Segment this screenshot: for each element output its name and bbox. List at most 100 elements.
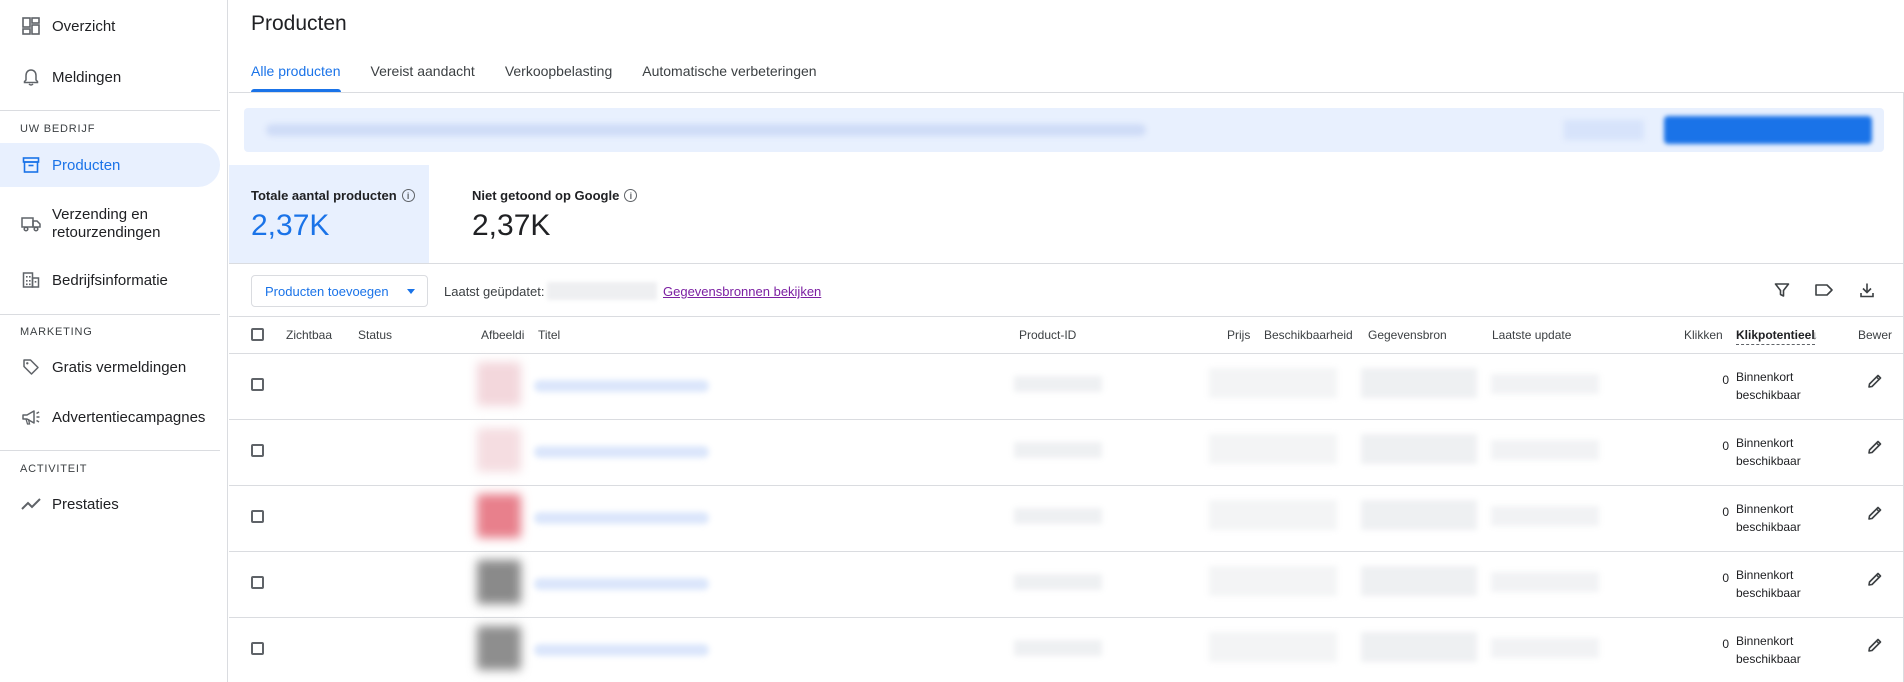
col-header-product-id[interactable]: Product-ID bbox=[1019, 328, 1076, 342]
edit-pencil-icon[interactable] bbox=[1865, 569, 1885, 589]
col-header-price[interactable]: Prijs bbox=[1227, 328, 1250, 342]
row-checkbox[interactable] bbox=[251, 642, 264, 655]
click-potential-line2: beschikbaar bbox=[1736, 388, 1801, 402]
row-checkbox[interactable] bbox=[251, 378, 264, 391]
sidebar-item-bedrijfsinformatie[interactable]: Bedrijfsinformatie bbox=[0, 262, 220, 298]
sidebar-item-label: Producten bbox=[52, 156, 121, 174]
sidebar-item-gratis-vermeldingen[interactable]: Gratis vermeldingen bbox=[0, 349, 220, 385]
table-row[interactable]: 0 Binnenkort beschikbaar bbox=[229, 552, 1904, 618]
click-potential-value: Binnenkort beschikbaar bbox=[1736, 434, 1801, 470]
edit-pencil-icon[interactable] bbox=[1865, 437, 1885, 457]
click-potential-value: Binnenkort beschikbaar bbox=[1736, 368, 1801, 404]
product-title-blurred[interactable] bbox=[534, 380, 709, 392]
building-icon bbox=[21, 270, 41, 290]
product-id-blurred bbox=[1014, 640, 1102, 656]
sidebar-item-meldingen[interactable]: Meldingen bbox=[0, 59, 220, 95]
col-header-status[interactable]: Status bbox=[358, 328, 392, 342]
product-id-blurred bbox=[1014, 442, 1102, 458]
product-price-availability-blurred bbox=[1209, 500, 1337, 530]
product-price-availability-blurred bbox=[1209, 632, 1337, 662]
sidebar-item-label: Gratis vermeldingen bbox=[52, 358, 187, 376]
last-updated-blurred-value bbox=[547, 282, 657, 300]
view-data-sources-link[interactable]: Gegevensbronnen bekijken bbox=[663, 284, 821, 299]
edit-pencil-icon[interactable] bbox=[1865, 503, 1885, 523]
tab-alle-producten[interactable]: Alle producten bbox=[251, 56, 341, 92]
sidebar-item-prestaties[interactable]: Prestaties bbox=[0, 486, 220, 522]
product-price-availability-blurred bbox=[1209, 368, 1337, 398]
click-potential-value: Binnenkort beschikbaar bbox=[1736, 566, 1801, 602]
download-icon[interactable] bbox=[1856, 279, 1878, 301]
product-data-source-blurred bbox=[1361, 500, 1477, 530]
col-header-data-source[interactable]: Gegevensbron bbox=[1368, 328, 1447, 342]
sidebar-item-producten[interactable]: Producten bbox=[0, 143, 220, 187]
bell-icon bbox=[21, 67, 41, 87]
table-row[interactable]: 0 Binnenkort beschikbaar bbox=[229, 354, 1904, 420]
banner-blurred-secondary-button[interactable] bbox=[1564, 120, 1644, 140]
tab-automatische-verbeteringen[interactable]: Automatische verbeteringen bbox=[642, 56, 816, 92]
sidebar-item-label: Bedrijfsinformatie bbox=[52, 271, 168, 289]
row-checkbox[interactable] bbox=[251, 576, 264, 589]
col-header-visibility[interactable]: Zichtbaa bbox=[286, 328, 332, 342]
col-header-availability[interactable]: Beschikbaarheid bbox=[1264, 328, 1353, 342]
tab-verkoopbelasting[interactable]: Verkoopbelasting bbox=[505, 56, 612, 92]
product-title-blurred[interactable] bbox=[534, 512, 709, 524]
sidebar-item-advertentiecampagnes[interactable]: Advertentiecampagnes bbox=[0, 399, 220, 435]
sidebar-divider bbox=[0, 110, 220, 111]
banner-blurred-primary-button[interactable] bbox=[1664, 116, 1872, 144]
product-price-availability-blurred bbox=[1209, 434, 1337, 464]
arrow-down-icon[interactable]: ↓ bbox=[1812, 328, 1818, 342]
click-potential-line1: Binnenkort bbox=[1736, 568, 1794, 582]
edit-pencil-icon[interactable] bbox=[1865, 635, 1885, 655]
summary-card-total[interactable]: Totale aantal producten i 2,37K bbox=[229, 165, 429, 263]
banner-blurred-text bbox=[266, 124, 1146, 136]
product-last-update-blurred bbox=[1491, 638, 1599, 658]
row-checkbox[interactable] bbox=[251, 444, 264, 457]
product-image-blurred bbox=[477, 362, 521, 406]
sidebar-item-label: Prestaties bbox=[52, 495, 119, 513]
caret-down-icon bbox=[407, 289, 415, 294]
sidebar-divider bbox=[0, 314, 220, 315]
product-last-update-blurred bbox=[1491, 506, 1599, 526]
tab-vereist-aandacht[interactable]: Vereist aandacht bbox=[371, 56, 475, 92]
product-title-blurred[interactable] bbox=[534, 578, 709, 590]
summary-card-hidden[interactable]: Niet getoond op Google i 2,37K bbox=[450, 165, 710, 263]
add-products-label: Producten toevoegen bbox=[265, 283, 389, 299]
product-last-update-blurred bbox=[1491, 572, 1599, 592]
col-header-title[interactable]: Titel bbox=[538, 328, 560, 342]
col-header-edit[interactable]: Bewer bbox=[1858, 328, 1904, 342]
product-image-blurred bbox=[477, 494, 521, 538]
sidebar-item-label: Advertentiecampagnes bbox=[52, 408, 206, 426]
click-potential-line2: beschikbaar bbox=[1736, 652, 1801, 666]
col-header-click-potential[interactable]: Klikpotentieel bbox=[1736, 328, 1815, 345]
click-potential-line1: Binnenkort bbox=[1736, 502, 1794, 516]
clicks-value: 0 bbox=[1722, 637, 1729, 651]
edit-pencil-icon[interactable] bbox=[1865, 371, 1885, 391]
sidebar-item-verzending[interactable]: Verzending en retourzendingen bbox=[0, 201, 220, 247]
select-all-checkbox[interactable] bbox=[251, 328, 264, 341]
col-header-image[interactable]: Afbeeldi bbox=[481, 328, 527, 342]
table-row[interactable]: 0 Binnenkort beschikbaar bbox=[229, 486, 1904, 552]
click-potential-line1: Binnenkort bbox=[1736, 634, 1794, 648]
product-title-blurred[interactable] bbox=[534, 446, 709, 458]
page-title: Producten bbox=[251, 12, 347, 35]
product-title-blurred[interactable] bbox=[534, 644, 709, 656]
col-header-clicks[interactable]: Klikken bbox=[1684, 328, 1723, 342]
product-id-blurred bbox=[1014, 508, 1102, 524]
sidebar-item-overzicht[interactable]: Overzicht bbox=[0, 8, 220, 44]
table-row[interactable]: 0 Binnenkort beschikbaar bbox=[229, 420, 1904, 486]
add-products-button[interactable]: Producten toevoegen bbox=[251, 275, 428, 307]
product-data-source-blurred bbox=[1361, 368, 1477, 398]
info-icon[interactable]: i bbox=[401, 189, 415, 202]
sidebar-divider bbox=[0, 450, 220, 451]
truck-icon bbox=[21, 214, 41, 234]
table-row[interactable]: 0 Binnenkort beschikbaar bbox=[229, 618, 1904, 682]
click-potential-line2: beschikbaar bbox=[1736, 454, 1801, 468]
info-icon[interactable]: i bbox=[624, 189, 638, 202]
summary-hidden-value: 2,37K bbox=[472, 209, 551, 242]
row-checkbox[interactable] bbox=[251, 510, 264, 523]
label-icon[interactable] bbox=[1813, 279, 1835, 301]
filter-icon[interactable] bbox=[1771, 279, 1793, 301]
col-header-last-update[interactable]: Laatste update bbox=[1492, 328, 1571, 342]
summary-hidden-label-text: Niet getoond op Google bbox=[472, 188, 620, 203]
tag-icon bbox=[21, 357, 41, 377]
